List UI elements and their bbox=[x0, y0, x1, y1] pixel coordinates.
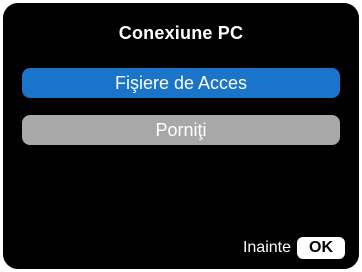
footer-hint: Inainte OK bbox=[243, 237, 345, 259]
menu-item-start[interactable]: Porniţi bbox=[22, 115, 340, 145]
screen-title: Conexiune PC bbox=[118, 23, 244, 43]
footer-hint-label: Inainte bbox=[242, 239, 291, 256]
ok-button[interactable]: OK bbox=[297, 237, 345, 259]
menu-item-file-access[interactable]: Fişiere de Acces bbox=[22, 68, 340, 98]
pc-connection-screen: Conexiune PC Fişiere de Acces Porniţi In… bbox=[0, 0, 362, 272]
